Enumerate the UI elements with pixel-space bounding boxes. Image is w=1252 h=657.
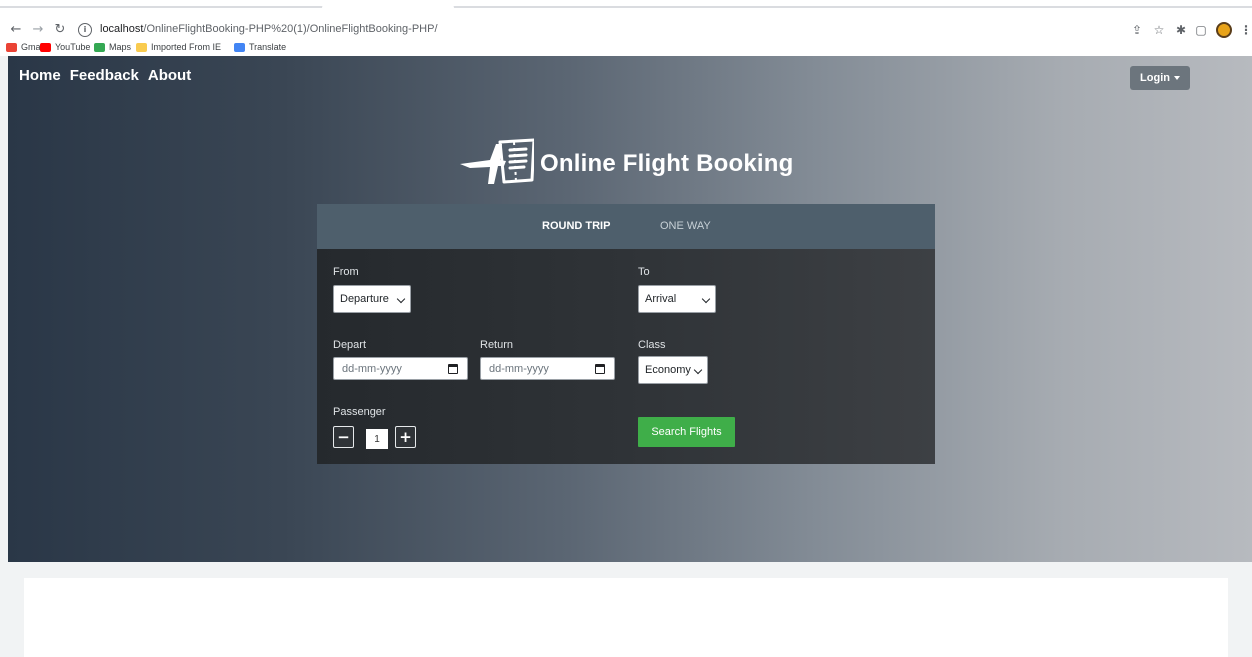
tab-strip (0, 0, 1252, 8)
return-date-input[interactable]: dd-mm-yyyy (480, 357, 615, 380)
reload-icon[interactable]: ↻ (52, 22, 68, 38)
booking-widget: ROUND TRIP ONE WAY From Departure To Arr… (317, 204, 935, 464)
bookmark-star-icon[interactable]: ☆ (1152, 23, 1166, 37)
brand-title: Online Flight Booking (540, 150, 794, 177)
back-arrow-icon[interactable]: ← (8, 22, 24, 38)
from-select[interactable]: Departure (333, 285, 411, 313)
translate-icon (234, 42, 245, 52)
bookmark-translate[interactable]: Translate (234, 39, 286, 55)
class-select[interactable]: Economy (638, 356, 708, 384)
depart-date-placeholder: dd-mm-yyyy (342, 362, 402, 375)
profile-avatar-icon[interactable] (1216, 22, 1232, 38)
login-dropdown-button[interactable]: Login (1130, 66, 1190, 90)
passenger-decrement-button[interactable]: − (333, 426, 354, 448)
address-bar-row: ← → ↻ i localhost/OnlineFlightBooking-PH… (0, 8, 1252, 38)
return-date-placeholder: dd-mm-yyyy (489, 362, 549, 375)
caret-down-icon (1173, 76, 1180, 80)
tab-one-way[interactable]: ONE WAY (660, 220, 711, 232)
plus-icon: + (399, 428, 412, 446)
content-card (24, 578, 1228, 657)
class-select-value: Economy (645, 364, 691, 376)
browser-window: ← → ↻ i localhost/OnlineFlightBooking-PH… (0, 0, 1252, 657)
url-host: localhost (100, 23, 144, 35)
forward-arrow-icon[interactable]: → (30, 22, 46, 38)
bookmark-imported-from-ie[interactable]: Imported From IE (136, 39, 221, 55)
chevron-down-icon (396, 294, 406, 304)
browser-menu-icon[interactable]: ⋮ (1240, 22, 1252, 38)
gmail-icon (6, 42, 17, 52)
airplane-ticket-logo-icon (460, 138, 534, 184)
nav-about[interactable]: About (148, 67, 191, 84)
chevron-down-icon (693, 365, 703, 375)
main-nav: Home Feedback About (19, 67, 191, 84)
bookmark-label: YouTube (55, 42, 91, 52)
content-area (8, 562, 1252, 657)
calendar-icon[interactable] (448, 364, 458, 374)
nav-feedback[interactable]: Feedback (70, 67, 139, 84)
to-select[interactable]: Arrival (638, 285, 716, 313)
return-label: Return (480, 339, 514, 351)
maps-icon (94, 42, 105, 52)
side-panel-icon[interactable]: ▢ (1194, 23, 1208, 37)
bookmark-label: Imported From IE (151, 42, 222, 52)
folder-icon (136, 42, 147, 52)
hero-section: Home Feedback About Login Online Flight … (8, 56, 1252, 562)
bookmark-youtube[interactable]: YouTube (40, 39, 90, 55)
bookmark-maps[interactable]: Maps (94, 39, 131, 55)
passenger-increment-button[interactable]: + (395, 426, 416, 448)
trip-type-tabs: ROUND TRIP ONE WAY (317, 204, 935, 249)
site-info-icon[interactable]: i (78, 23, 92, 37)
depart-label: Depart (333, 339, 367, 351)
from-label: From (333, 266, 359, 278)
bookmark-gmail[interactable]: Gmail (6, 39, 45, 55)
share-icon[interactable]: ⇪ (1130, 23, 1144, 37)
from-select-value: Departure (340, 293, 389, 305)
minus-icon: − (337, 428, 350, 446)
to-label: To (638, 266, 650, 278)
calendar-icon[interactable] (595, 364, 605, 374)
search-flights-button[interactable]: Search Flights (638, 417, 735, 447)
url-text[interactable]: localhost/OnlineFlightBooking-PHP%20(1)/… (100, 23, 438, 35)
tab-round-trip[interactable]: ROUND TRIP (542, 220, 610, 232)
passenger-count[interactable]: 1 (366, 429, 388, 449)
login-label: Login (1140, 72, 1170, 84)
youtube-icon (40, 42, 51, 52)
to-select-value: Arrival (645, 293, 677, 305)
bookmarks-bar: Gmail YouTube Maps Imported From IE Tran… (0, 38, 1252, 56)
brand: Online Flight Booking (460, 136, 794, 192)
extensions-puzzle-icon[interactable]: ✱ (1174, 23, 1188, 37)
bookmark-label: Translate (249, 42, 287, 52)
nav-home[interactable]: Home (19, 67, 61, 84)
chevron-down-icon (701, 294, 711, 304)
bookmark-label: Maps (109, 42, 132, 52)
depart-date-input[interactable]: dd-mm-yyyy (333, 357, 468, 380)
web-page: Home Feedback About Login Online Flight … (8, 56, 1252, 657)
class-label: Class (638, 339, 666, 351)
passenger-label: Passenger (333, 406, 386, 418)
url-path: /OnlineFlightBooking-PHP%20(1)/OnlineFli… (143, 23, 438, 35)
booking-form: From Departure To Arrival Depart dd-mm-y… (317, 249, 935, 464)
